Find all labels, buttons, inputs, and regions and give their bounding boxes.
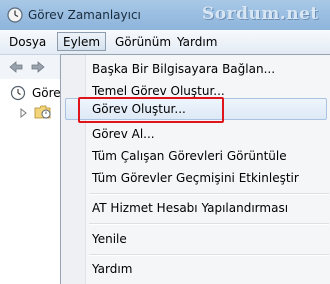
- red-highlight-box: [78, 97, 224, 123]
- watermark: Sordum.net: [202, 4, 319, 24]
- menu-bar: Dosya Eylem Görünüm Yardım: [0, 30, 330, 55]
- menu-item-help[interactable]: Yardım: [92, 260, 132, 278]
- eylem-dropdown-menu: Başka Bir Bilgisayara Bağlan... Temel Gö…: [60, 54, 330, 284]
- tree-item-label: Göre: [32, 86, 61, 100]
- task-scheduler-icon: [7, 7, 23, 23]
- folder-clock-icon: [34, 105, 51, 119]
- menu-item-display-running-tasks[interactable]: Tüm Çalışan Görevleri Görüntüle: [92, 147, 287, 165]
- menu-item-enable-history[interactable]: Tüm Görevler Geçmişini Etkinleştir: [92, 169, 299, 187]
- clock-icon: [10, 85, 26, 101]
- menu-icon-gutter: [61, 55, 86, 284]
- menu-separator: [89, 254, 329, 256]
- menu-item-at-service-account[interactable]: AT Hizmet Hesabı Yapılandırması: [92, 199, 288, 217]
- back-arrow-icon[interactable]: [8, 59, 24, 75]
- navigation-tree: Göre: [0, 80, 61, 284]
- menu-separator: [89, 223, 329, 225]
- menu-dosya[interactable]: Dosya: [4, 34, 51, 50]
- tree-item-root[interactable]: Göre: [4, 84, 61, 102]
- menu-gorunum[interactable]: Görünüm: [110, 34, 176, 50]
- menu-yardim[interactable]: Yardım: [172, 34, 222, 50]
- title-bar: Görev Zamanlayıcı Sordum.net: [0, 0, 330, 30]
- menu-item-import-task[interactable]: Görev Al...: [92, 125, 155, 143]
- expand-arrow-icon[interactable]: [18, 108, 28, 118]
- window-title: Görev Zamanlayıcı: [28, 8, 141, 22]
- menu-eylem[interactable]: Eylem: [57, 32, 107, 51]
- menu-item-connect-remote[interactable]: Başka Bir Bilgisayara Bağlan...: [92, 60, 275, 78]
- menu-separator: [89, 193, 329, 195]
- forward-arrow-icon[interactable]: [30, 59, 46, 75]
- menu-item-refresh[interactable]: Yenile: [92, 230, 127, 248]
- toolbar: [0, 55, 60, 79]
